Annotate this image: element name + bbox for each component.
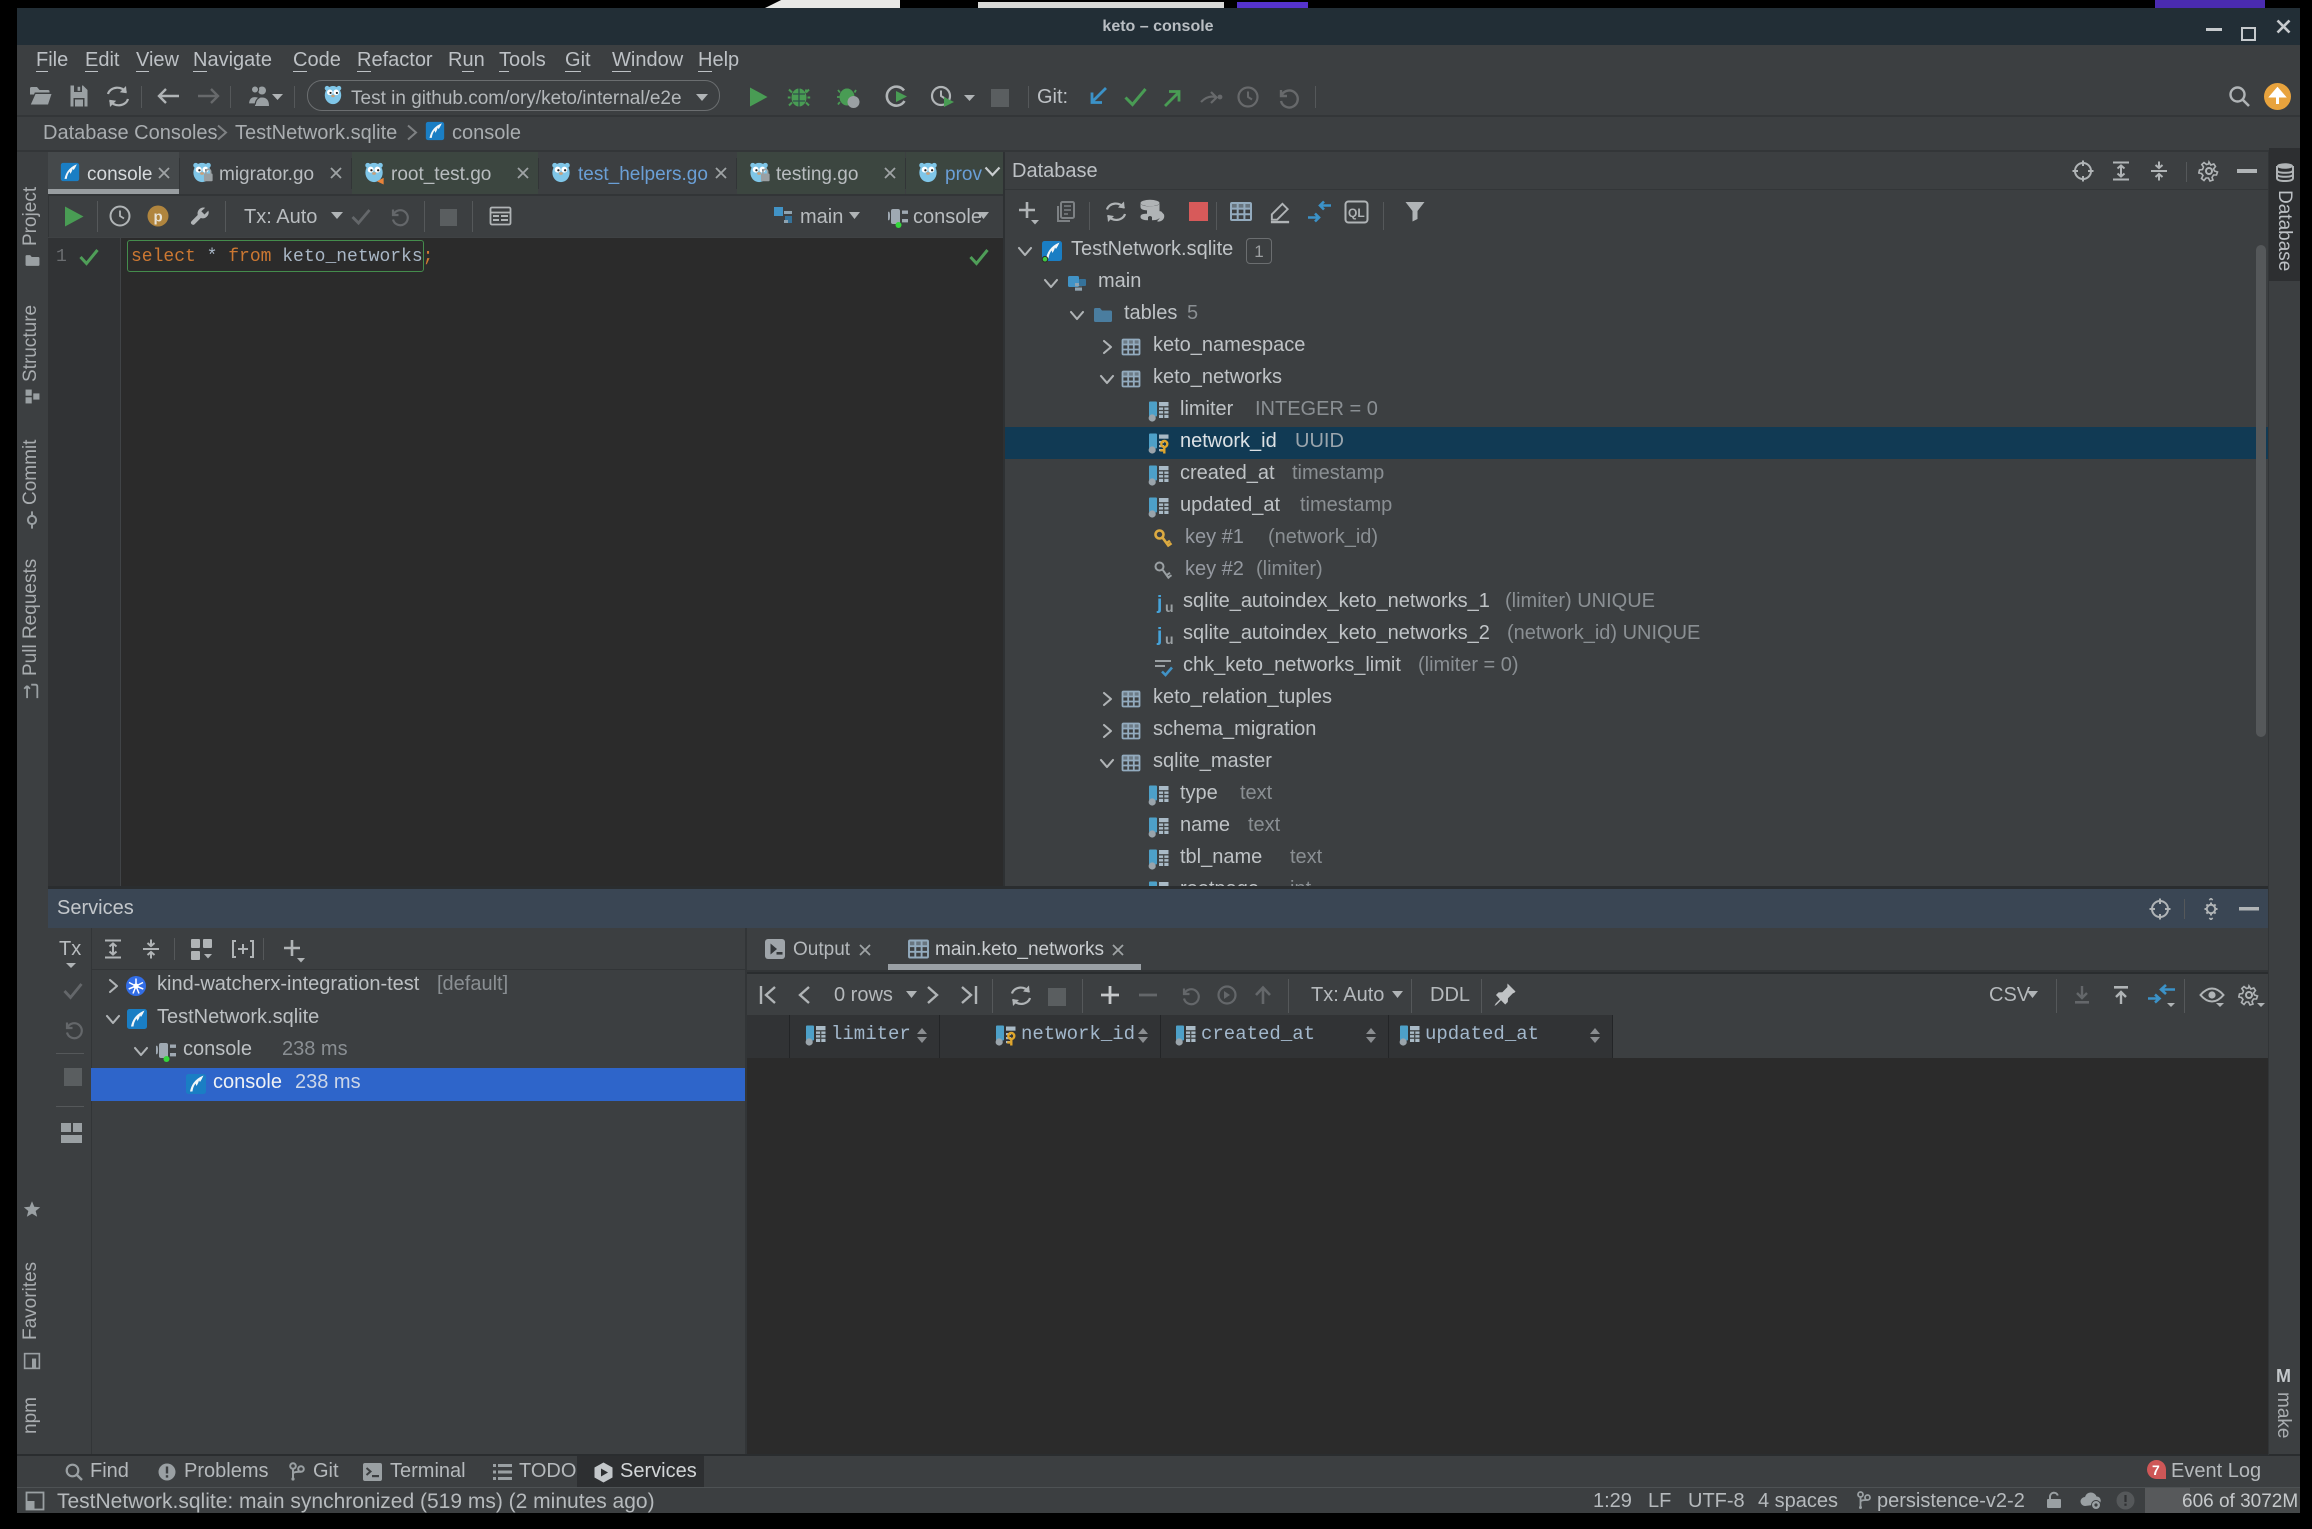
svg-text:QL: QL <box>1348 206 1365 220</box>
svg-text:p: p <box>154 209 163 226</box>
svg-text:j: j <box>1156 593 1162 614</box>
svg-text:u: u <box>1165 631 1174 646</box>
svg-text:u: u <box>1165 599 1174 614</box>
svg-text:7: 7 <box>2152 1462 2160 1478</box>
svg-text:j: j <box>1156 625 1162 646</box>
svg-text:M: M <box>2276 1366 2291 1384</box>
